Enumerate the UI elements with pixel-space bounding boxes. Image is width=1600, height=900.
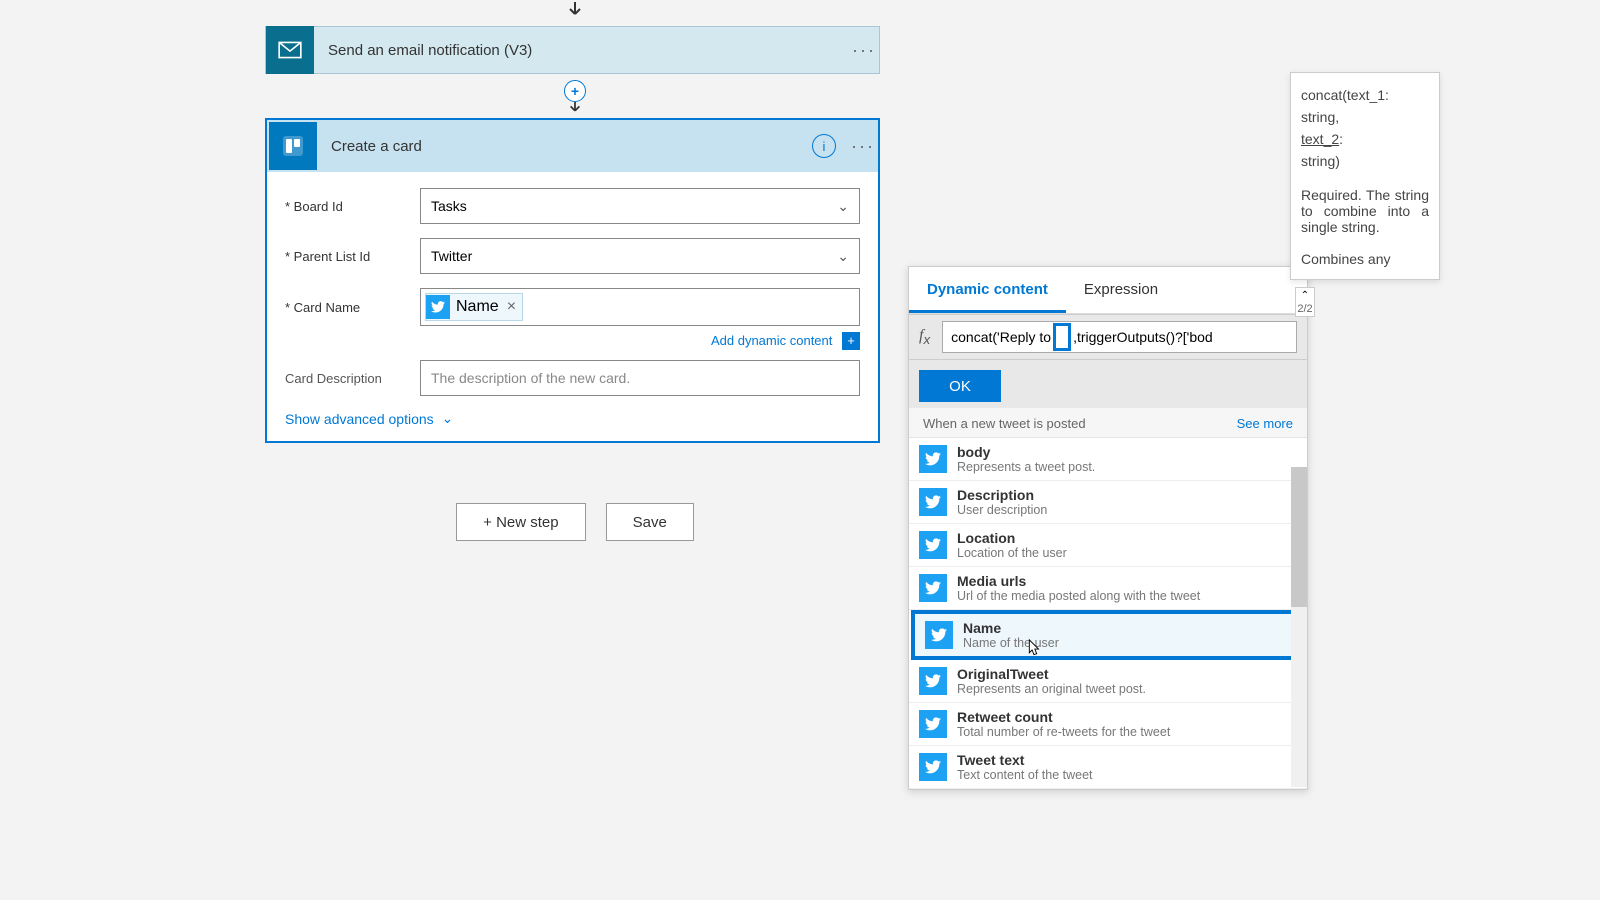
create-card-title: Create a card xyxy=(319,138,812,155)
see-more-link[interactable]: See more xyxy=(1237,416,1293,431)
chevron-down-icon: ⌄ xyxy=(837,248,849,265)
connector-arrow xyxy=(565,102,585,116)
parent-list-label: * Parent List Id xyxy=(285,249,420,264)
dyn-item-original-tweet[interactable]: OriginalTweetRepresents an original twee… xyxy=(909,660,1307,703)
create-card-header[interactable]: Create a card i ··· xyxy=(267,120,878,172)
dyn-item-name[interactable]: NameName of the user xyxy=(911,610,1305,660)
email-step-menu[interactable]: ··· xyxy=(849,40,879,61)
card-name-input[interactable]: Name × xyxy=(420,288,860,326)
dyn-item-body[interactable]: bodyRepresents a tweet post. xyxy=(909,438,1307,481)
card-desc-label: Card Description xyxy=(285,371,420,386)
dyn-item-tweet-text[interactable]: Tweet textText content of the tweet xyxy=(909,746,1307,789)
dyn-item-description[interactable]: DescriptionUser description xyxy=(909,481,1307,524)
card-name-label: * Card Name xyxy=(285,300,420,315)
tab-dynamic-content[interactable]: Dynamic content xyxy=(909,267,1066,313)
twitter-icon xyxy=(919,531,947,559)
email-step-card[interactable]: Send an email notification (V3) ··· xyxy=(265,26,880,74)
dynamic-content-panel: ⌃2/2 Dynamic content Expression fx conca… xyxy=(908,266,1308,790)
add-dynamic-plus[interactable]: + xyxy=(842,332,860,350)
expression-tooltip: concat(text_1: string, text_2: string) R… xyxy=(1290,72,1440,280)
twitter-icon xyxy=(919,445,947,473)
info-icon[interactable]: i xyxy=(812,134,836,158)
fx-icon: fx xyxy=(919,327,930,347)
name-chip[interactable]: Name × xyxy=(425,293,523,321)
connector-arrow xyxy=(265,0,885,20)
twitter-icon xyxy=(919,667,947,695)
email-step-title: Send an email notification (V3) xyxy=(314,42,849,59)
parent-list-select[interactable]: Twitter ⌄ xyxy=(420,238,860,274)
twitter-icon xyxy=(919,753,947,781)
dyn-item-retweet-count[interactable]: Retweet countTotal number of re-tweets f… xyxy=(909,703,1307,746)
create-card-step: Create a card i ··· * Board Id Tasks ⌄ *… xyxy=(265,118,880,443)
card-desc-input[interactable]: The description of the new card. xyxy=(420,360,860,396)
add-dynamic-content-link[interactable]: Add dynamic content xyxy=(711,333,832,348)
remove-chip[interactable]: × xyxy=(507,298,516,316)
dyn-item-location[interactable]: LocationLocation of the user xyxy=(909,524,1307,567)
save-button[interactable]: Save xyxy=(606,503,694,541)
email-icon xyxy=(266,26,314,74)
chevron-down-icon: ⌄ xyxy=(442,410,454,427)
add-step-button[interactable]: + xyxy=(564,80,586,102)
dyn-item-media-urls[interactable]: Media urlsUrl of the media posted along … xyxy=(909,567,1307,610)
create-card-menu[interactable]: ··· xyxy=(848,136,878,157)
chevron-down-icon: ⌄ xyxy=(837,198,849,215)
trello-icon xyxy=(269,122,317,170)
collapse-panel[interactable]: ⌃2/2 xyxy=(1295,287,1315,317)
new-step-button[interactable]: + New step xyxy=(456,503,585,541)
board-id-select[interactable]: Tasks ⌄ xyxy=(420,188,860,224)
show-advanced-options[interactable]: Show advanced options ⌄ xyxy=(285,410,860,427)
ok-button[interactable]: OK xyxy=(919,370,1001,402)
dynamic-content-list: bodyRepresents a tweet post. Description… xyxy=(909,438,1307,789)
twitter-icon xyxy=(919,574,947,602)
twitter-icon xyxy=(919,488,947,516)
expression-input[interactable]: concat('Reply to ,triggerOutputs()?['bod xyxy=(942,321,1297,353)
board-id-label: * Board Id xyxy=(285,199,420,214)
twitter-icon xyxy=(426,295,450,319)
twitter-icon xyxy=(919,710,947,738)
tab-expression[interactable]: Expression xyxy=(1066,267,1176,313)
section-title: When a new tweet is posted xyxy=(923,416,1086,431)
twitter-icon xyxy=(925,621,953,649)
scrollbar[interactable] xyxy=(1291,467,1307,787)
